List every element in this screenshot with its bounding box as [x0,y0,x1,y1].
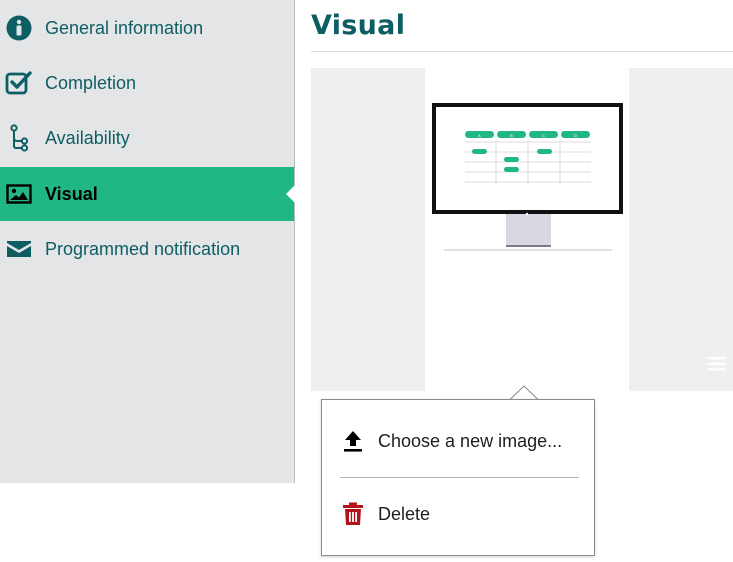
active-indicator [286,185,295,203]
envelope-icon [5,235,33,263]
preview-header-label: B [510,133,513,138]
sidebar-item-label: Programmed notification [45,238,241,259]
popup-divider [340,477,579,478]
sidebar: General information Completion Availabil… [0,0,295,483]
visual-preview-area[interactable]: A B C D [311,68,733,391]
info-icon [5,14,33,42]
preview-header-label: C [542,133,545,138]
hamburger-menu-icon[interactable] [708,357,725,371]
upload-icon [340,428,366,454]
sidebar-item-label: General information [45,17,204,38]
image-options-popup: Choose a new image... Delete [321,399,595,556]
checkbox-checked-icon [5,69,33,97]
choose-new-image-button[interactable]: Choose a new image... [322,416,594,466]
trash-icon [340,501,366,527]
app-root: General information Completion Availabil… [0,0,733,562]
preview-image[interactable]: A B C D [425,68,629,391]
sidebar-item-label: Completion [45,72,137,93]
sidebar-item-availability[interactable]: Availability [0,111,294,165]
sidebar-item-programmed-notification[interactable]: Programmed notification [0,222,294,276]
page-title: Visual [311,10,406,41]
monitor-illustration: A B C D [432,103,623,251]
delete-label: Delete [378,503,431,524]
preview-header-label: A [478,133,481,138]
sidebar-item-label: Availability [45,127,130,148]
preview-header-label: D [574,133,577,138]
sidebar-item-label: Visual [45,183,98,204]
choose-new-image-label: Choose a new image... [378,430,563,451]
title-divider [311,51,733,52]
delete-button[interactable]: Delete [322,489,594,539]
sidebar-item-general-information[interactable]: General information [0,1,294,55]
sidebar-item-visual[interactable]: Visual [0,167,295,221]
sidebar-item-completion[interactable]: Completion [0,56,294,110]
image-icon [5,180,33,208]
branch-icon [5,124,33,152]
